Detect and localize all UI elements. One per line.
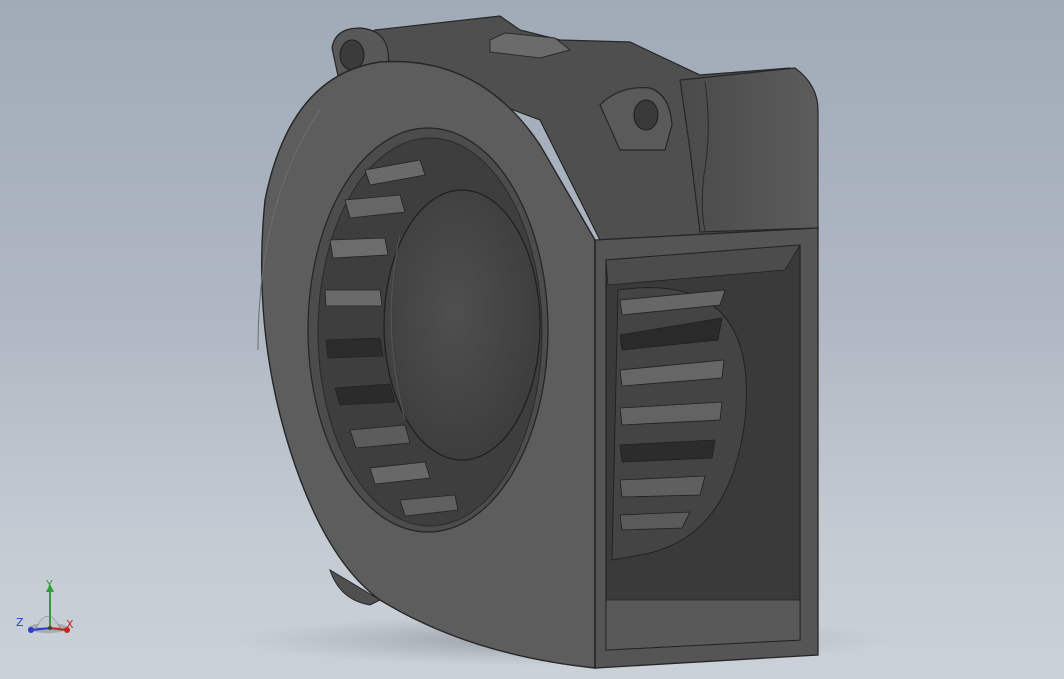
right-boss bbox=[679, 67, 819, 233]
triad-cone bbox=[35, 615, 61, 629]
triad-origin bbox=[48, 626, 52, 630]
view-orientation-triad: X Y Z bbox=[14, 578, 80, 638]
impeller-blade bbox=[334, 383, 396, 406]
blower-fan-model[interactable] bbox=[0, 0, 1064, 679]
z-axis-tip bbox=[28, 627, 34, 633]
outlet-blade bbox=[619, 475, 706, 498]
outlet-blade bbox=[619, 511, 691, 531]
mounting-hole-left bbox=[339, 39, 365, 71]
impeller-blade bbox=[324, 289, 383, 307]
x-axis-label: X bbox=[66, 618, 74, 631]
impeller-blade bbox=[325, 337, 384, 359]
graphics-viewport[interactable]: X Y Z bbox=[0, 0, 1064, 679]
impeller-blade bbox=[329, 237, 389, 259]
z-axis-label: Z bbox=[16, 616, 24, 629]
y-axis-label: Y bbox=[46, 578, 53, 591]
motor-hub bbox=[383, 189, 541, 461]
mounting-hole-right bbox=[633, 99, 659, 131]
